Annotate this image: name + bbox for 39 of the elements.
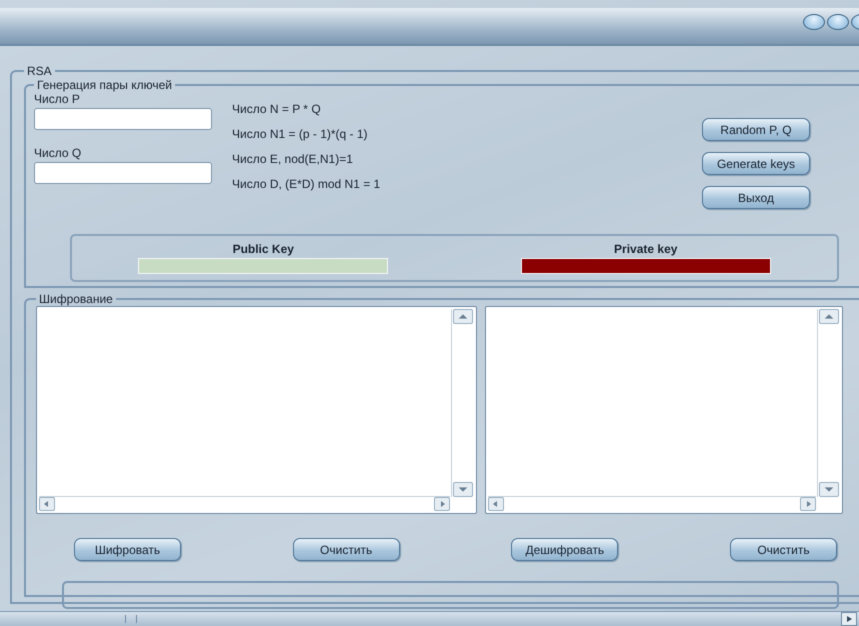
- scroll-left-icon[interactable]: [488, 497, 504, 511]
- field-label: Число Q: [34, 146, 82, 160]
- scroll-right-icon[interactable]: [434, 497, 450, 511]
- group-title: Шифрование: [38, 292, 114, 306]
- scroll-up-icon[interactable]: [453, 309, 473, 324]
- action-button[interactable]: Generate keys: [702, 152, 810, 175]
- group-title: Генерация пары ключей: [36, 78, 173, 92]
- vertical-scrollbar[interactable]: [451, 309, 474, 497]
- horizontal-scrollbar[interactable]: [488, 496, 816, 511]
- scroll-left-icon[interactable]: [39, 497, 55, 511]
- action-button[interactable]: Очистить: [292, 538, 400, 561]
- horizontal-scrollbar[interactable]: [39, 496, 450, 511]
- horizontal-scrollbar[interactable]: [0, 611, 859, 626]
- action-button[interactable]: Выход: [702, 186, 810, 209]
- scroll-down-icon[interactable]: [453, 482, 473, 497]
- window-control-button[interactable]: [827, 14, 849, 30]
- formula-text: Число E, nod(E,N1)=1: [232, 152, 354, 166]
- action-button[interactable]: Очистить: [730, 538, 837, 561]
- action-button[interactable]: Random P, Q: [702, 118, 810, 141]
- key-label: Public Key: [232, 242, 294, 256]
- scroll-thumb[interactable]: [125, 615, 137, 623]
- input-field[interactable]: [34, 108, 212, 130]
- scroll-right-icon[interactable]: [800, 497, 816, 511]
- input-field[interactable]: [34, 162, 212, 184]
- field-label: Число P: [34, 92, 81, 106]
- formula-text: Число D, (E*D) mod N1 = 1: [232, 177, 382, 191]
- group-title: RSA: [26, 64, 53, 78]
- action-button[interactable]: Шифровать: [74, 538, 181, 561]
- key-field[interactable]: [520, 258, 771, 274]
- action-button[interactable]: Дешифровать: [511, 538, 618, 561]
- scroll-up-icon[interactable]: [819, 309, 839, 324]
- key-label: Private key: [614, 242, 678, 256]
- formula-text: Число N = P * Q: [232, 102, 322, 116]
- window-control-button[interactable]: [803, 14, 825, 30]
- scroll-down-icon[interactable]: [819, 482, 839, 497]
- vertical-scrollbar[interactable]: [817, 309, 840, 497]
- formula-text: Число N1 = (p - 1)*(q - 1): [232, 127, 369, 141]
- scroll-right-icon[interactable]: [841, 612, 857, 626]
- key-field[interactable]: [138, 258, 388, 274]
